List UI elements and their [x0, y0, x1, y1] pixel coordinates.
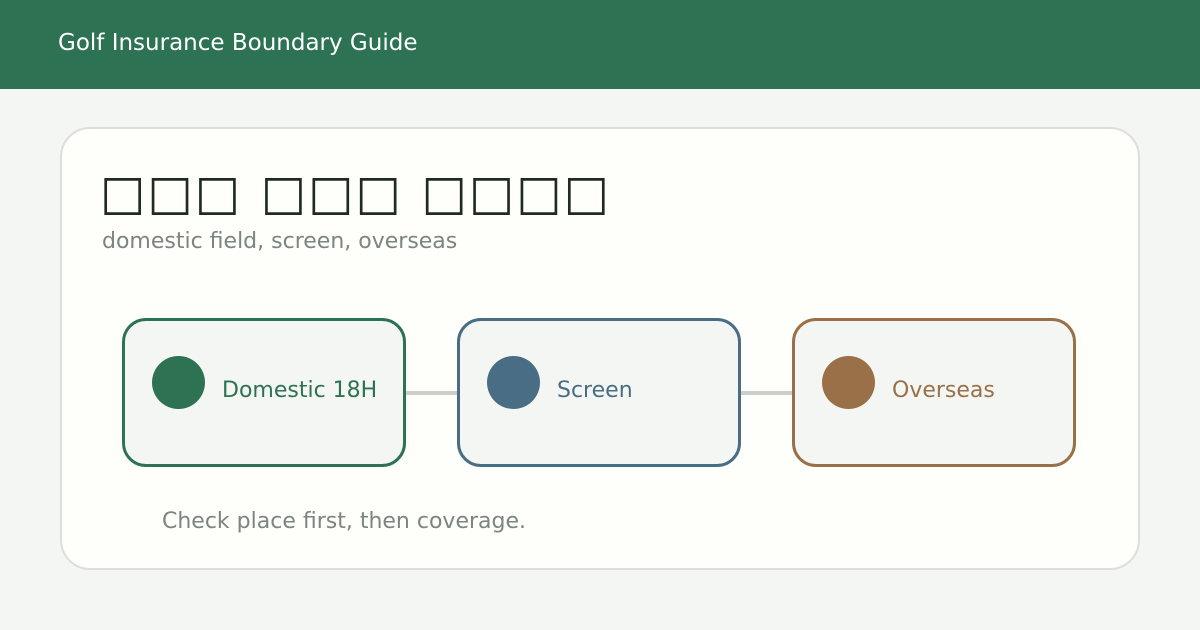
connector-line [406, 391, 458, 395]
node-overseas: Overseas [792, 318, 1076, 467]
header-bar: Golf Insurance Boundary Guide [0, 0, 1200, 89]
overseas-dot-icon [822, 356, 875, 409]
connector-line [741, 391, 793, 395]
screen-dot-icon [487, 356, 540, 409]
node-label: Overseas [892, 378, 995, 403]
card-subtitle: domestic field, screen, overseas [102, 229, 458, 254]
node-screen: Screen [457, 318, 741, 467]
domestic-dot-icon [152, 356, 205, 409]
card-title: □□□ □□□ □□□□ [100, 165, 611, 221]
node-label: Screen [557, 378, 633, 403]
page-title: Golf Insurance Boundary Guide [58, 30, 418, 56]
guide-card: □□□ □□□ □□□□ domestic field, screen, ove… [60, 127, 1140, 570]
node-label: Domestic 18H [222, 378, 378, 403]
guidance-note: Check place first, then coverage. [162, 509, 526, 534]
node-domestic: Domestic 18H [122, 318, 406, 467]
